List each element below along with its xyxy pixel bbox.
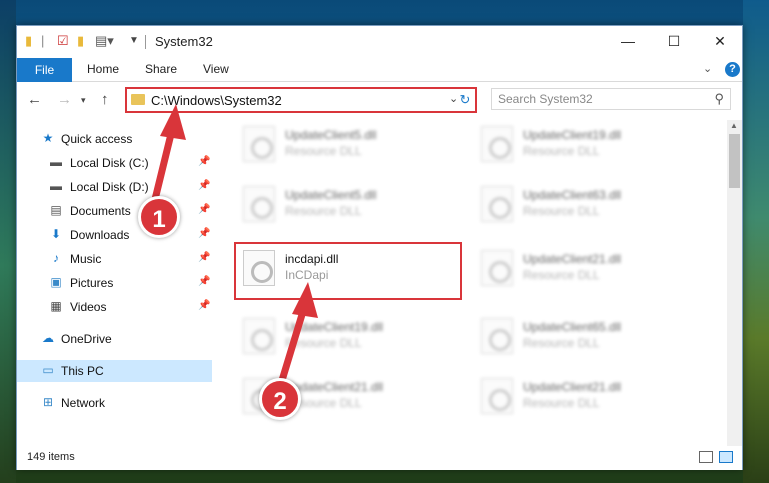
list-item[interactable]: UpdateClient21.dll Resource DLL	[475, 376, 695, 420]
forward-arrow-icon[interactable]: →	[57, 91, 72, 108]
list-item[interactable]: UpdateClient5.dll Resource DLL	[237, 124, 457, 168]
list-item[interactable]: UpdateClient19.dll Resource DLL	[475, 124, 695, 168]
drive-icon: ▬	[50, 179, 62, 193]
title-separator	[145, 35, 146, 49]
step-badge-2: 2	[259, 378, 301, 420]
tab-file[interactable]: File	[17, 58, 72, 82]
search-icon[interactable]: ⚲	[714, 91, 724, 107]
status-bar: 149 items	[17, 446, 742, 470]
dll-file-icon	[481, 378, 513, 414]
star-icon: ★	[42, 131, 54, 145]
help-icon[interactable]: ?	[725, 62, 740, 77]
large-icons-view-icon[interactable]	[719, 451, 733, 463]
up-arrow-icon[interactable]: ↑	[101, 91, 109, 108]
address-row: ← → ▾ ↑ C:\Windows\System32 ⌄ ↻ Search S…	[17, 83, 742, 119]
dll-file-icon	[243, 126, 275, 162]
separator-icon: |	[41, 33, 45, 48]
title-bar: ▮ | ☑ ▮ ▤▾ ▼ System32 — ☐ ✕	[17, 26, 742, 56]
details-view-icon[interactable]	[699, 451, 713, 463]
pin-icon[interactable]: 📌	[198, 300, 210, 311]
refresh-button[interactable]: ↻	[455, 87, 477, 113]
list-item[interactable]: UpdateClient65.dll Resource DLL	[475, 316, 695, 360]
desktop-background-right	[743, 0, 769, 483]
minimize-button[interactable]: —	[605, 29, 651, 53]
sidebar-item-pictures[interactable]: ▣ Pictures 📌	[17, 272, 212, 294]
sidebar-item-videos[interactable]: ▦ Videos 📌	[17, 296, 212, 318]
dll-file-icon	[481, 250, 513, 286]
pin-icon[interactable]: 📌	[198, 276, 210, 287]
list-item[interactable]: UpdateClient21.dll Resource DLL	[475, 248, 695, 292]
recent-locations-icon[interactable]: ▾	[81, 95, 86, 106]
folder-icon: ▮	[25, 33, 33, 48]
file-highlight-box	[234, 242, 462, 300]
cloud-icon: ☁	[42, 331, 54, 345]
customize-toolbar-icon[interactable]: ▤▾	[95, 33, 114, 49]
quick-access-dropdown-icon[interactable]: ▼	[129, 35, 139, 46]
sidebar-item-onedrive[interactable]: ☁ OneDrive	[17, 328, 212, 350]
sidebar-item-music[interactable]: ♪ Music 📌	[17, 248, 212, 270]
picture-icon: ▣	[50, 275, 62, 289]
scrollbar-thumb[interactable]	[729, 134, 740, 188]
document-icon: ▤	[50, 203, 62, 217]
music-icon: ♪	[53, 251, 59, 265]
search-input[interactable]: Search System32	[498, 92, 593, 106]
maximize-button[interactable]: ☐	[651, 29, 697, 53]
pin-icon[interactable]: 📌	[198, 252, 210, 263]
drive-icon: ▬	[50, 155, 62, 169]
dll-file-icon	[243, 186, 275, 222]
download-icon: ⬇	[50, 227, 62, 241]
computer-icon: ▭	[42, 363, 54, 377]
expand-ribbon-icon[interactable]: ⌄	[703, 62, 712, 75]
dll-file-icon	[481, 126, 513, 162]
tab-share[interactable]: Share	[145, 62, 177, 76]
step-badge-1: 1	[138, 196, 180, 238]
list-item[interactable]: UpdateClient63.dll Resource DLL	[475, 184, 695, 228]
dll-file-icon	[481, 318, 513, 354]
scroll-up-icon[interactable]: ▲	[730, 121, 738, 130]
video-icon: ▦	[50, 299, 62, 313]
new-folder-icon[interactable]: ▮	[77, 33, 84, 49]
window-title: System32	[155, 34, 213, 49]
close-button[interactable]: ✕	[697, 29, 743, 53]
tab-home[interactable]: Home	[87, 62, 119, 76]
item-count: 149 items	[27, 451, 75, 463]
ribbon-tabs: File Home Share View ⌄ ?	[17, 56, 742, 82]
vertical-scrollbar[interactable]: ▲	[727, 120, 742, 450]
sidebar-item-network[interactable]: ⊞ Network	[17, 392, 212, 414]
sidebar-item-this-pc[interactable]: ▭ This PC	[17, 360, 212, 382]
tab-view[interactable]: View	[203, 62, 229, 76]
search-box[interactable]: Search System32 ⚲	[491, 88, 731, 110]
desktop-background-left	[0, 0, 16, 483]
annotation-arrow-2	[276, 282, 318, 391]
dll-file-icon	[481, 186, 513, 222]
list-item[interactable]: UpdateClient5.dll Resource DLL	[237, 184, 457, 228]
back-arrow-icon[interactable]: ←	[27, 91, 42, 108]
properties-icon[interactable]: ☑	[57, 33, 69, 49]
network-icon: ⊞	[42, 395, 54, 409]
